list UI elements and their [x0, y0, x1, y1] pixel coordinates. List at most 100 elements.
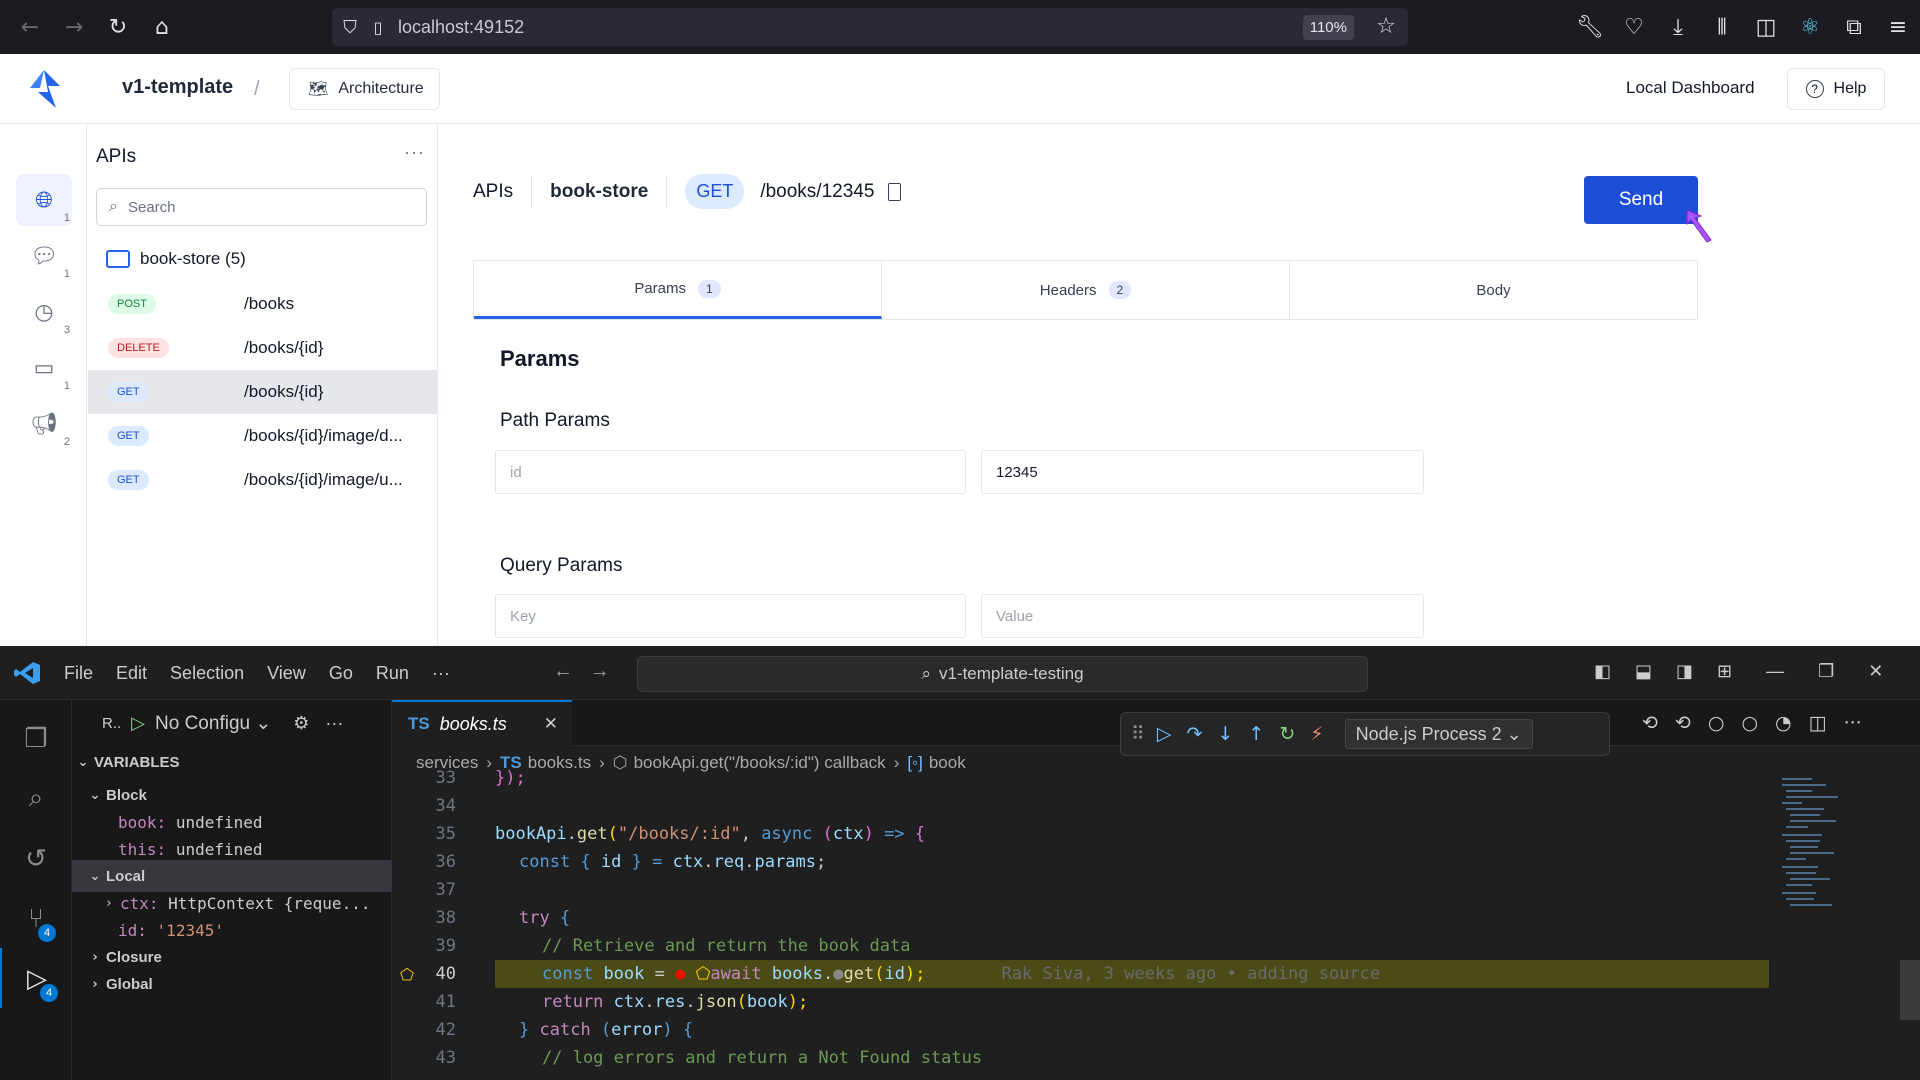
path-param-name-field[interactable]: id — [495, 450, 966, 494]
endpoint-item[interactable]: POST /books — [88, 282, 438, 326]
folder-label: book-store (5) — [140, 249, 246, 268]
go-forward-icon[interactable]: ○ — [1741, 712, 1758, 734]
download-icon[interactable]: ⤓ — [1656, 15, 1700, 40]
command-center[interactable]: ⌕ v1-template-testing — [637, 656, 1368, 692]
app-logo-icon[interactable] — [26, 70, 60, 108]
editor-scrollbar[interactable] — [1900, 960, 1920, 1020]
editor-tab-books-ts[interactable]: TS books.ts ✕ — [392, 700, 572, 746]
split-editor-icon[interactable]: ◫ — [1809, 712, 1827, 734]
menu-icon[interactable]: ≡ — [1876, 15, 1920, 40]
restore-icon[interactable]: ❐ — [1818, 661, 1834, 682]
send-button[interactable]: Send — [1584, 176, 1698, 224]
url-text[interactable]: localhost:49152 — [398, 17, 524, 38]
run-debug-icon[interactable]: ▷ 4 — [0, 948, 72, 1008]
minimize-icon[interactable]: — — [1766, 661, 1784, 682]
tab-params[interactable]: Params 1 — [474, 261, 882, 319]
close-icon[interactable]: ✕ — [1868, 661, 1883, 682]
architecture-button[interactable]: 🗺︎ Architecture — [289, 68, 440, 110]
reload-icon[interactable]: ↻ — [96, 15, 140, 40]
shield-icon[interactable]: ⛉ — [332, 17, 368, 38]
tab-headers[interactable]: Headers 2 — [882, 261, 1290, 319]
crumb-apis[interactable]: APIs — [473, 181, 513, 203]
timeline-icon[interactable]: ↺ — [0, 828, 72, 888]
toggle-sidebar-icon[interactable]: ◧ — [1594, 661, 1611, 682]
project-name[interactable]: v1-template — [122, 76, 233, 99]
menu-file[interactable]: File — [64, 663, 93, 684]
help-button[interactable]: ? Help — [1787, 68, 1885, 110]
step-out-icon[interactable]: ↑ — [1248, 723, 1264, 745]
library-icon[interactable]: ⫴ — [1700, 15, 1744, 40]
previous-change-icon[interactable]: ⟲ — [1675, 712, 1691, 734]
timeline-icon[interactable]: ⟲ — [1642, 712, 1658, 734]
line-number: 40 — [435, 964, 456, 984]
extensions-icon[interactable]: ⧉ — [1832, 15, 1876, 40]
step-over-icon[interactable]: ↷ — [1187, 723, 1203, 745]
toggle-secondary-sidebar-icon[interactable]: ◨ — [1676, 661, 1693, 682]
search-icon[interactable]: ⌕ — [0, 768, 72, 828]
query-key-field[interactable]: Key — [495, 594, 966, 638]
menu-view[interactable]: View — [267, 663, 306, 684]
zoom-badge[interactable]: 110% — [1302, 15, 1354, 40]
minimap[interactable] — [1780, 776, 1860, 926]
close-tab-icon[interactable]: ✕ — [544, 714, 558, 734]
more-options-icon[interactable]: ··· — [325, 713, 343, 734]
bookmark-star-icon[interactable]: ☆ — [1364, 14, 1408, 39]
rail-websockets[interactable]: 💬︎ 1 — [16, 230, 72, 282]
sidebar-icon[interactable]: ◫ — [1744, 15, 1788, 40]
local-dashboard-link[interactable]: Local Dashboard — [1626, 78, 1755, 98]
pocket-icon[interactable]: ♡ — [1612, 15, 1656, 40]
endpoint-item[interactable]: GET /books/{id}/image/d... — [88, 414, 438, 458]
menu-more[interactable]: ··· — [432, 663, 450, 684]
editor-area: TS books.ts ✕ ⠿ ▷ ↷ ↓ ↑ ↻ ⚡ Node.js Proc… — [392, 700, 1920, 1080]
url-bar[interactable]: ⛉ ▯ localhost:49152 110% ☆ — [332, 8, 1408, 46]
query-value-field[interactable]: Value — [981, 594, 1424, 638]
menu-edit[interactable]: Edit — [116, 663, 147, 684]
line-number: 43 — [435, 1048, 456, 1068]
clipboard-icon[interactable] — [888, 182, 902, 201]
crumb-service[interactable]: book-store — [550, 181, 648, 203]
scope-global[interactable]: › Global — [72, 968, 392, 1000]
endpoint-item[interactable]: DELETE /books/{id} — [88, 326, 438, 370]
restart-icon[interactable]: ↻ — [1279, 723, 1295, 745]
blame-icon[interactable]: ◔ — [1775, 712, 1792, 734]
search-input[interactable]: ⌕ Search — [96, 188, 427, 226]
code-editor[interactable]: 33 }); 34 35 bookApi.get("/books/:id", a… — [392, 768, 1920, 1080]
more-actions-icon[interactable]: ··· — [1844, 712, 1862, 734]
explorer-icon[interactable]: ❐ — [0, 708, 72, 768]
endpoint-item[interactable]: GET /books/{id}/image/u... — [88, 458, 438, 502]
continue-icon[interactable]: ▷ — [1157, 723, 1172, 745]
launch-config-select[interactable]: No Configu ⌄ — [155, 712, 271, 735]
toggle-panel-icon[interactable]: ⬓ — [1635, 661, 1652, 682]
more-options-icon[interactable]: ··· — [404, 142, 425, 163]
rail-storage[interactable]: ▭ 1 — [16, 342, 72, 394]
menu-run[interactable]: Run — [376, 663, 409, 684]
react-devtools-icon[interactable]: ⚛ — [1788, 15, 1832, 40]
debug-session-select[interactable]: Node.js Process 2 ⌄ — [1344, 719, 1533, 749]
rail-schedules[interactable]: ◷ 3 — [16, 286, 72, 338]
gear-icon[interactable]: ⚙ — [293, 713, 309, 734]
variables-section-header[interactable]: ⌄ VARIABLES — [72, 746, 392, 778]
tab-body[interactable]: Body — [1290, 261, 1697, 319]
go-back-icon[interactable]: ○ — [1708, 712, 1725, 734]
back-icon[interactable]: ← — [8, 15, 52, 40]
menu-go[interactable]: Go — [329, 663, 353, 684]
menu-selection[interactable]: Selection — [170, 663, 244, 684]
forward-icon[interactable]: → — [52, 15, 96, 40]
line-number: 38 — [435, 908, 456, 928]
drag-handle-icon[interactable]: ⠿ — [1131, 723, 1145, 745]
wrench-icon[interactable]: 🔧︎ — [1568, 15, 1612, 40]
code-line: 43 // log errors and return a Not Found … — [392, 1044, 1920, 1072]
path-param-value-field[interactable]: 12345 — [981, 450, 1424, 494]
home-icon[interactable]: ⌂ — [140, 15, 184, 40]
apis-panel: APIs ··· ⌕ Search book-store (5) POST /b… — [88, 124, 438, 646]
source-control-icon[interactable]: ⑂ 4 — [0, 888, 72, 948]
endpoint-item-selected[interactable]: GET /books/{id} — [88, 370, 438, 414]
step-into-icon[interactable]: ↓ — [1217, 723, 1233, 745]
rail-topics[interactable]: 📢︎ 2 — [16, 398, 72, 450]
rail-apis[interactable]: 🌐︎ 1 — [16, 174, 72, 226]
customize-layout-icon[interactable]: ⊞ — [1717, 661, 1732, 682]
disconnect-icon[interactable]: ⚡ — [1310, 723, 1323, 745]
service-folder[interactable]: book-store (5) — [106, 249, 246, 269]
nav-back-forward-icon[interactable]: ← → — [553, 660, 610, 683]
start-debugging-icon[interactable]: ▷ — [131, 713, 145, 734]
